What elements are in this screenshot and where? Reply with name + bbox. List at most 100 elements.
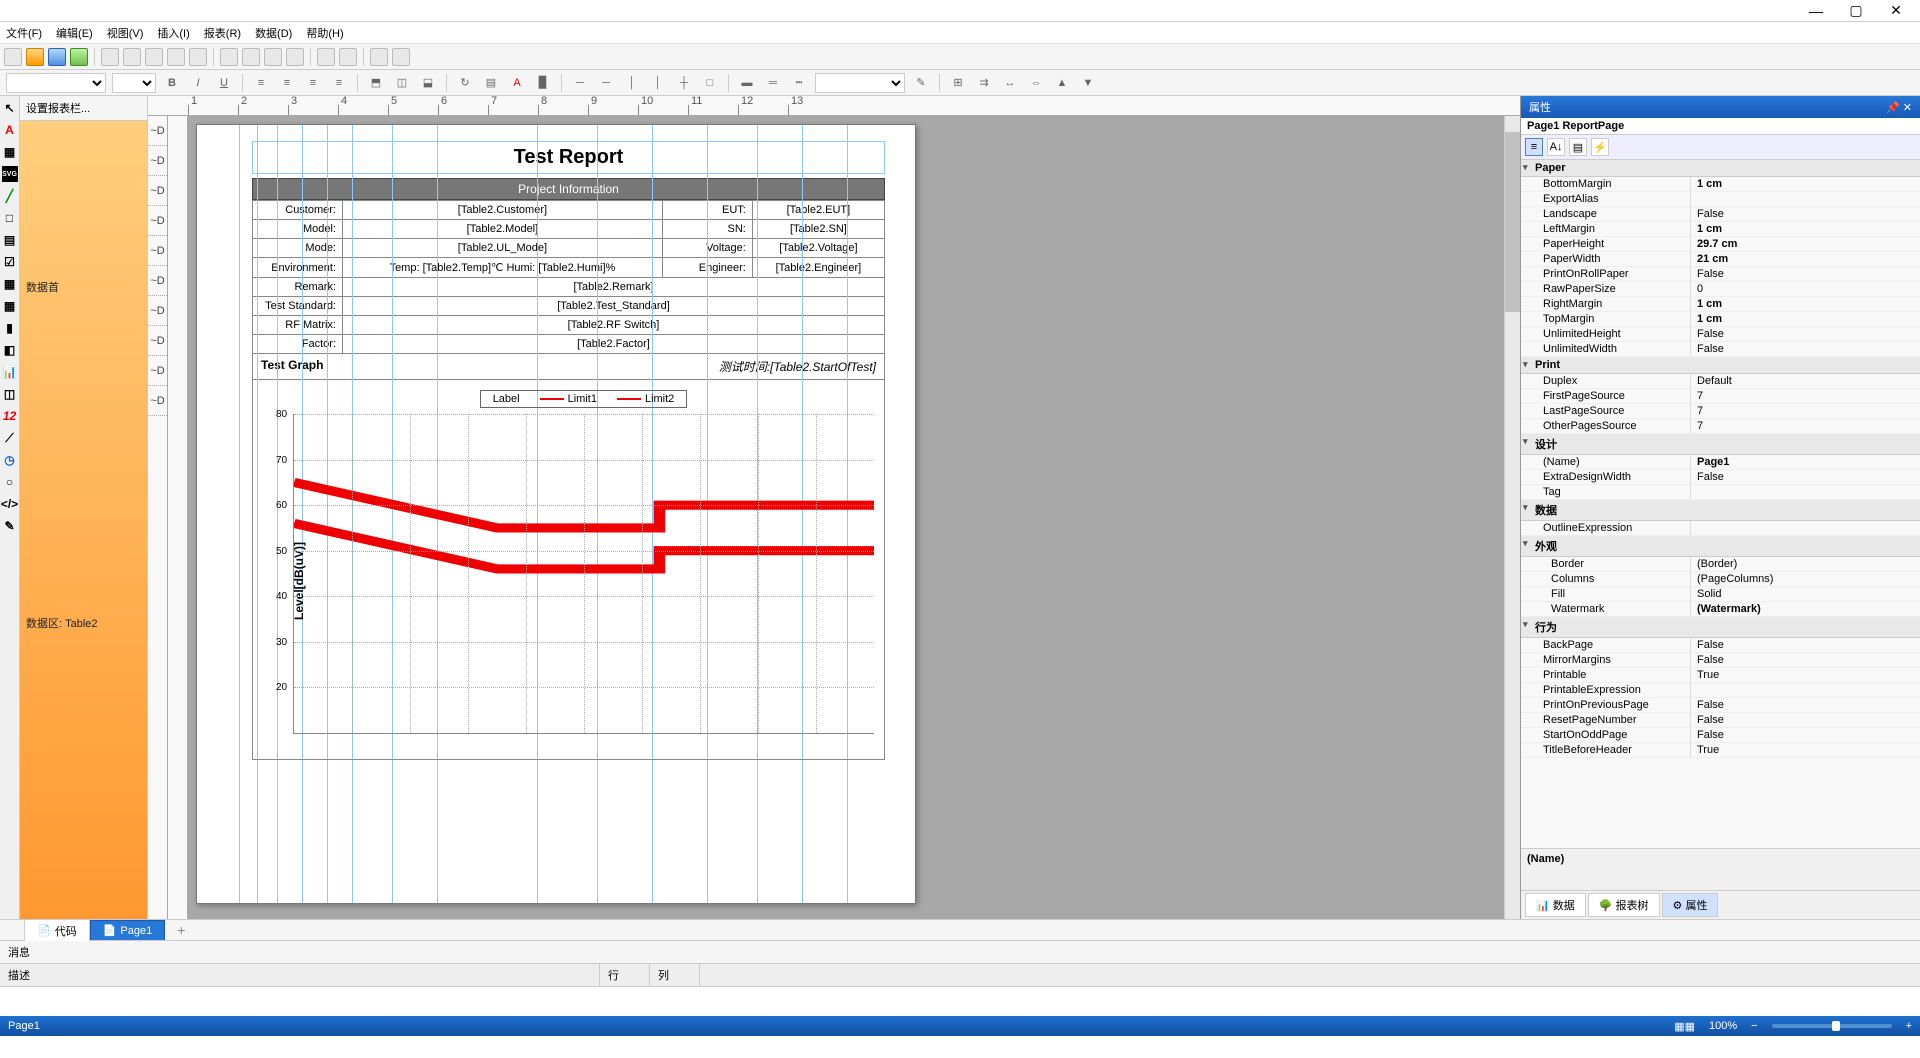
menu-report[interactable]: 报表(R) [204, 25, 241, 41]
matrix-tool-icon[interactable]: ▦ [2, 298, 18, 314]
svg-tool-icon[interactable]: SVG [2, 166, 18, 182]
group-icon[interactable] [370, 48, 388, 66]
valign-bot-icon[interactable]: ⬓ [418, 73, 438, 93]
highlight-icon[interactable]: ▤ [481, 73, 501, 93]
page-setup-icon[interactable] [189, 48, 207, 66]
text-rotate-icon[interactable]: ↻ [455, 73, 475, 93]
categorized-icon[interactable]: ≡ [1525, 138, 1543, 156]
redo-icon[interactable] [339, 48, 357, 66]
border-color-icon[interactable]: ▬ [737, 73, 757, 93]
report-title[interactable]: Test Report [252, 141, 885, 174]
align-justify-icon[interactable]: ≡ [329, 73, 349, 93]
new-icon[interactable] [4, 48, 22, 66]
menu-file[interactable]: 文件(F) [6, 25, 42, 41]
page-del-icon[interactable] [167, 48, 185, 66]
underline-button[interactable]: U [214, 73, 234, 93]
tab-data[interactable]: 📊 数据 [1525, 893, 1586, 917]
border-left-icon[interactable]: │ [622, 73, 642, 93]
window-maximize-button[interactable]: ▢ [1836, 2, 1876, 19]
valign-mid-icon[interactable]: ◫ [392, 73, 412, 93]
menu-edit[interactable]: 编辑(E) [56, 25, 93, 41]
paste-icon[interactable] [264, 48, 282, 66]
grid-icon[interactable]: ▦▦ [1674, 1020, 1695, 1033]
undo-icon[interactable] [317, 48, 335, 66]
border-none-icon[interactable]: □ [700, 73, 720, 93]
test-graph-chart[interactable]: Label Limit1 Limit2 Level[dB(uV)] 203040… [252, 380, 885, 760]
border-top-icon[interactable]: ─ [570, 73, 590, 93]
styles-icon[interactable]: ✎ [911, 73, 931, 93]
vertical-ruler[interactable] [168, 116, 188, 919]
sparkline-tool-icon[interactable]: ⟋ [2, 430, 18, 446]
bold-button[interactable]: B [162, 73, 182, 93]
border-bottom-icon[interactable]: ─ [596, 73, 616, 93]
snap-grid-icon[interactable]: ⊞ [948, 73, 968, 93]
guide-line[interactable] [239, 125, 240, 903]
tab-page1[interactable]: 📄 Page1 [90, 920, 166, 940]
data-panel-title[interactable]: 设置报表栏... [20, 96, 147, 121]
col-description[interactable]: 描述 [0, 964, 600, 986]
zoom-slider[interactable] [1772, 1024, 1892, 1028]
border-width-icon[interactable]: ═ [763, 73, 783, 93]
checkbox-tool-icon[interactable]: ☑ [2, 254, 18, 270]
table-tool-icon[interactable]: ▦ [2, 276, 18, 292]
align-objs-icon[interactable]: ⇉ [974, 73, 994, 93]
cellular-tool-icon[interactable]: ◧ [2, 342, 18, 358]
design-canvas[interactable]: Test Report Project Information Customer… [188, 116, 1520, 919]
project-info-table[interactable]: Customer:[Table2.Customer]EUT:[Table2.EU… [252, 200, 885, 354]
tab-report-tree[interactable]: 🌳 报表树 [1588, 893, 1660, 917]
resize-icon[interactable]: ↔ [1000, 73, 1020, 93]
page-add-icon[interactable] [101, 48, 119, 66]
line-tool-icon[interactable]: ╱ [2, 188, 18, 204]
ungroup-icon[interactable] [392, 48, 410, 66]
add-page-button[interactable]: + [165, 919, 197, 941]
page-copy-icon[interactable] [145, 48, 163, 66]
shape-tool-icon[interactable]: □ [2, 210, 18, 226]
copy-icon[interactable] [242, 48, 260, 66]
rich-text-tool-icon[interactable]: ▤ [2, 232, 18, 248]
tab-properties[interactable]: ⚙ 属性 [1662, 893, 1719, 917]
signature-tool-icon[interactable]: ✎ [2, 518, 18, 534]
tab-code[interactable]: 📄 代码 [24, 919, 90, 942]
font-family-select[interactable] [6, 73, 106, 93]
zip-tool-icon[interactable]: ◫ [2, 386, 18, 402]
gauge-tool-icon[interactable]: ◷ [2, 452, 18, 468]
properties-grid[interactable]: PaperBottomMargin1 cmExportAliasLandscap… [1521, 160, 1920, 848]
menu-view[interactable]: 视图(V) [107, 25, 144, 41]
font-color-icon[interactable]: A [507, 73, 527, 93]
save-icon[interactable] [48, 48, 66, 66]
format-painter-icon[interactable] [286, 48, 304, 66]
pointer-tool-icon[interactable]: ↖ [2, 100, 18, 116]
alphabetic-icon[interactable]: A↓ [1547, 138, 1565, 156]
open-icon[interactable] [26, 48, 44, 66]
zoom-in-button[interactable]: + [1906, 1020, 1912, 1032]
cut-icon[interactable] [220, 48, 238, 66]
space-icon[interactable]: ⇔ [1026, 73, 1046, 93]
menu-help[interactable]: 帮助(H) [306, 25, 343, 41]
pageinfo-tool-icon[interactable]: 12 [2, 408, 18, 424]
border-style-icon[interactable]: ┅ [789, 73, 809, 93]
picture-tool-icon[interactable]: ▦ [2, 144, 18, 160]
properties-object-selector[interactable]: Page1 ReportPage [1521, 118, 1920, 135]
col-column[interactable]: 列 [650, 964, 700, 986]
window-minimize-button[interactable]: — [1796, 3, 1836, 19]
col-line[interactable]: 行 [600, 964, 650, 986]
zoom-out-button[interactable]: − [1751, 1020, 1757, 1032]
preview-icon[interactable] [70, 48, 88, 66]
html-tool-icon[interactable]: </> [2, 496, 18, 512]
menu-data[interactable]: 数据(D) [255, 25, 292, 41]
window-close-button[interactable]: ✕ [1876, 2, 1916, 19]
border-all-icon[interactable]: ┼ [674, 73, 694, 93]
pin-icon[interactable]: 📌 ✕ [1886, 101, 1912, 114]
fill-color-icon[interactable]: ▉ [533, 73, 553, 93]
map-tool-icon[interactable]: ○ [2, 474, 18, 490]
bring-front-icon[interactable]: ▲ [1052, 73, 1072, 93]
text-tool-icon[interactable]: A [2, 122, 18, 138]
vertical-scrollbar[interactable] [1504, 116, 1520, 919]
align-right-icon[interactable]: ≡ [303, 73, 323, 93]
barcode-tool-icon[interactable]: ▮ [2, 320, 18, 336]
report-page[interactable]: Test Report Project Information Customer… [196, 124, 916, 904]
graph-header[interactable]: Test Graph 测试时间:[Table2.StartOfTest] [252, 354, 885, 380]
italic-button[interactable]: I [188, 73, 208, 93]
style-select[interactable] [815, 73, 905, 93]
font-size-select[interactable] [112, 73, 156, 93]
